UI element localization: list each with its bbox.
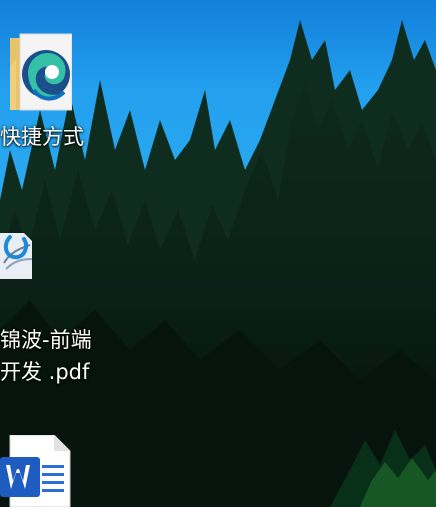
desktop-shortcut-label: 快捷方式: [0, 125, 84, 149]
edge-shortcut-icon: [10, 33, 72, 111]
pdf-file-label-line1: 锦波-前端: [0, 328, 92, 352]
desktop-shortcut-item[interactable]: 快捷方式: [0, 0, 120, 160]
pdf-reader-icon: [0, 233, 33, 279]
desktop-word-item[interactable]: [0, 430, 120, 507]
word-document-icon: [0, 435, 71, 507]
pdf-file-label-line2: 开发 .pdf: [0, 360, 90, 384]
desktop-pdf-item[interactable]: 锦波-前端 开发 .pdf: [0, 215, 120, 395]
desktop-background: 快捷方式 锦波-前端 开发 .pdf: [0, 0, 436, 507]
